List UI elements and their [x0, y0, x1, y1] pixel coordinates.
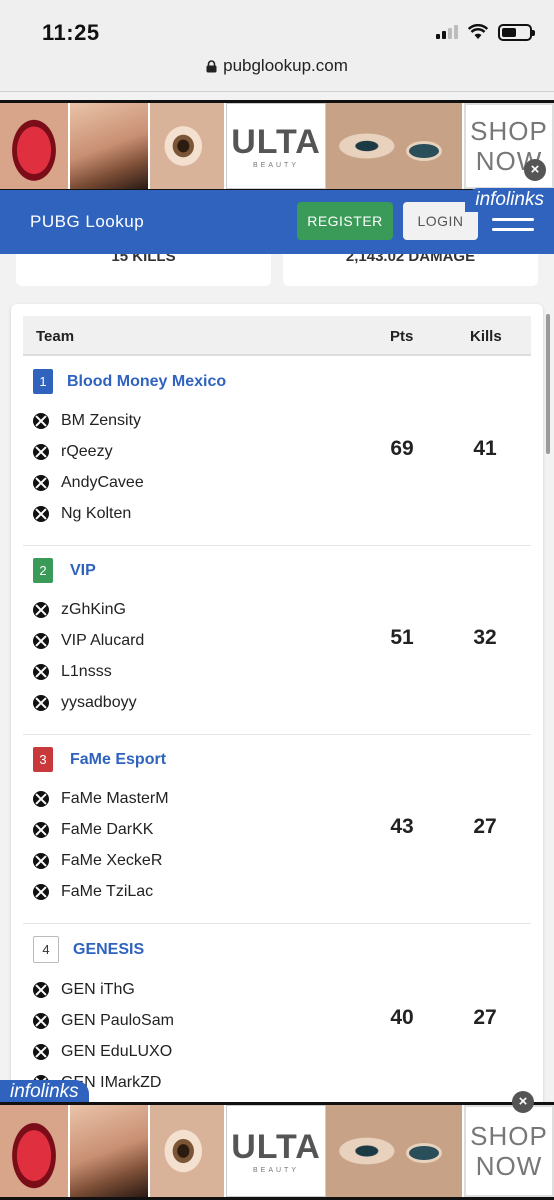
ad-image-eyes [326, 103, 464, 189]
team-kills: 41 [473, 437, 497, 460]
damage-stat: 2,143.02 DAMAGE [283, 254, 538, 286]
xbox-icon [33, 602, 49, 618]
ad-brand-logo: ULTA BEAUTY [226, 103, 326, 189]
xbox-icon [33, 475, 49, 491]
player-link[interactable]: GEN EduLUXO [33, 1041, 172, 1063]
ad-cta[interactable]: SHOP NOW [464, 1105, 554, 1197]
xbox-icon [33, 695, 49, 711]
xbox-icon [33, 791, 49, 807]
top-ad-banner[interactable]: ULTA BEAUTY SHOP NOW × [0, 100, 554, 192]
table-header: Team Pts Kills [23, 316, 531, 356]
status-time: 11:25 [42, 20, 100, 45]
team-name-link[interactable]: VIP [70, 562, 96, 580]
infolinks-badge-top[interactable]: infolinks [465, 188, 554, 212]
rank-badge: 4 [33, 936, 59, 963]
player-link[interactable]: FaMe TziLac [33, 881, 153, 903]
xbox-icon [33, 633, 49, 649]
xbox-icon [33, 822, 49, 838]
column-kills: Kills [470, 328, 502, 345]
team-pts: 69 [390, 437, 414, 460]
player-link[interactable]: L1nsss [33, 661, 112, 683]
ad-cta-line2: NOW [475, 1151, 543, 1181]
site-brand[interactable]: PUBG Lookup [30, 212, 144, 232]
team-row: 1 Blood Money Mexico BM Zensity rQeezy A… [23, 357, 531, 546]
xbox-icon [33, 413, 49, 429]
xbox-icon [33, 444, 49, 460]
team-kills: 27 [473, 815, 497, 838]
rank-badge: 1 [33, 369, 53, 394]
rank-badge: 2 [33, 558, 53, 583]
column-team: Team [36, 328, 75, 345]
ad-cta-line1: SHOP [470, 1121, 548, 1151]
lock-icon [206, 59, 217, 72]
player-link[interactable]: GEN iThG [33, 979, 135, 1001]
kills-stat: 15 KILLS [16, 254, 271, 286]
team-pts: 51 [390, 626, 414, 649]
column-pts: Pts [390, 328, 414, 345]
wifi-icon [468, 24, 488, 39]
battery-icon [498, 23, 535, 41]
url-text: pubglookup.com [223, 56, 348, 75]
player-link[interactable]: FaMe MasterM [33, 788, 169, 810]
team-kills: 32 [473, 626, 497, 649]
ad-image-eyes [326, 1105, 464, 1197]
ad-brand-subtext: BEAUTY [252, 162, 299, 169]
team-name-link[interactable]: FaMe Esport [70, 751, 166, 769]
ad-close-button[interactable]: × [524, 159, 546, 181]
ad-brand-logo: ULTA BEAUTY [226, 1105, 326, 1197]
xbox-icon [33, 1013, 49, 1029]
player-link[interactable]: BM Zensity [33, 410, 141, 432]
leaderboard-card: Team Pts Kills 1 Blood Money Mexico BM Z… [11, 304, 543, 1134]
player-link[interactable]: FaMe XeckeR [33, 850, 162, 872]
team-row: 3 FaMe Esport FaMe MasterM FaMe DarKK Fa… [23, 735, 531, 924]
player-link[interactable]: rQeezy [33, 441, 113, 463]
team-pts: 43 [390, 815, 414, 838]
rank-badge: 3 [33, 747, 53, 772]
xbox-icon [33, 853, 49, 869]
team-row: 4 GENESIS GEN iThG GEN PauloSam GEN EduL… [23, 924, 531, 1113]
team-name-link[interactable]: Blood Money Mexico [67, 373, 226, 391]
team-kills: 27 [473, 1006, 497, 1029]
xbox-icon [33, 1044, 49, 1060]
player-link[interactable]: VIP Alucard [33, 630, 144, 652]
team-row: 2 VIP zGhKinG VIP Alucard L1nsss yysadbo… [23, 546, 531, 735]
status-icons [436, 22, 535, 42]
stats-strip: 15 KILLS 2,143.02 DAMAGE [16, 254, 538, 286]
team-name-link[interactable]: GENESIS [73, 941, 144, 959]
ad-image-brush [70, 103, 150, 189]
browser-chrome: 11:25 pubglookup.com [0, 0, 554, 92]
player-link[interactable]: FaMe DarKK [33, 819, 153, 841]
player-link[interactable]: zGhKinG [33, 599, 126, 621]
scrollbar-thumb[interactable] [546, 314, 550, 454]
register-button[interactable]: REGISTER [297, 202, 393, 240]
ad-image-lips [0, 103, 70, 189]
infolinks-badge-bottom[interactable]: infolinks [0, 1080, 89, 1104]
ad-cta-line1: SHOP [470, 116, 548, 146]
ad-brand-text: ULTA [231, 123, 321, 161]
xbox-icon [33, 664, 49, 680]
ad-brand-subtext: BEAUTY [252, 1167, 299, 1174]
ad-image-brush [70, 1105, 150, 1197]
ad-brand-text: ULTA [231, 1128, 321, 1166]
ad-image-lips [0, 1105, 70, 1197]
team-pts: 40 [390, 1006, 414, 1029]
ad-image-eye [150, 1105, 226, 1197]
signal-icon [436, 25, 458, 39]
player-link[interactable]: Ng Kolten [33, 503, 131, 525]
xbox-icon [33, 884, 49, 900]
ad-image-eye [150, 103, 226, 189]
player-link[interactable]: AndyCavee [33, 472, 144, 494]
xbox-icon [33, 506, 49, 522]
bottom-ad-banner[interactable]: ULTA BEAUTY SHOP NOW × [0, 1091, 554, 1200]
player-link[interactable]: GEN PauloSam [33, 1010, 174, 1032]
ad-close-button[interactable]: × [512, 1091, 534, 1113]
player-link[interactable]: yysadboyy [33, 692, 137, 714]
url-bar[interactable]: pubglookup.com [0, 56, 554, 76]
xbox-icon [33, 982, 49, 998]
